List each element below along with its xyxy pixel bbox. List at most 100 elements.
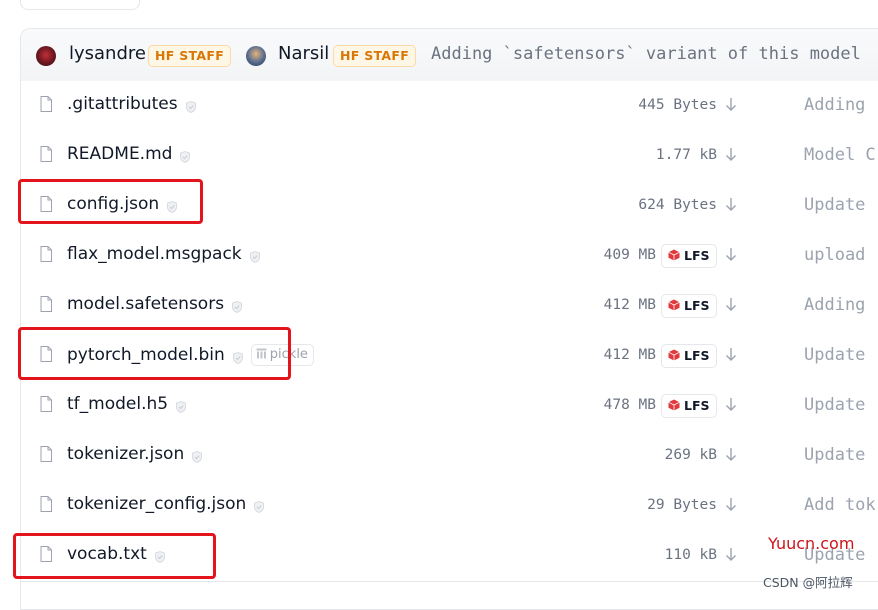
file-name[interactable]: config.json: [67, 194, 159, 214]
file-icon: [40, 496, 52, 512]
file-commit-message[interactable]: Update: [804, 395, 865, 415]
file-row[interactable]: model.safetensors 412 MB LFS Adding: [21, 281, 878, 332]
file-icon: [40, 146, 52, 162]
shield-check-icon[interactable]: [180, 148, 191, 163]
file-icon: [40, 346, 52, 362]
file-icon: [40, 96, 52, 112]
avatar-lysandre[interactable]: [36, 46, 56, 66]
lfs-label: LFS: [684, 298, 710, 313]
shield-check-icon[interactable]: [154, 548, 165, 563]
commit-message[interactable]: Adding `safetensors` variant of this mod…: [431, 44, 861, 64]
shield-check-icon[interactable]: [176, 398, 186, 413]
commit-author-narsil[interactable]: Narsil: [278, 43, 329, 64]
file-size: 110 kB: [664, 547, 717, 563]
download-arrow-icon[interactable]: [725, 297, 737, 312]
file-icon: [40, 296, 52, 312]
commit-author-lysandre[interactable]: lysandre: [69, 43, 146, 64]
lfs-badge: LFS: [661, 394, 717, 418]
download-arrow-icon[interactable]: [725, 347, 737, 362]
lfs-label: LFS: [684, 398, 710, 413]
file-size: 624 Bytes: [638, 197, 717, 213]
file-commit-message[interactable]: Model C: [804, 145, 876, 165]
file-row[interactable]: tokenizer.json 269 kB Update: [21, 431, 878, 482]
file-name-link[interactable]: README.md: [67, 144, 191, 164]
hf-staff-badge: HF STAFF: [333, 45, 417, 67]
file-name[interactable]: model.safetensors: [67, 294, 224, 314]
lfs-cube-icon: [668, 296, 680, 311]
file-name-link[interactable]: vocab.txt: [67, 544, 165, 564]
file-name-link[interactable]: .gitattributes: [67, 94, 196, 114]
file-icon: [40, 446, 52, 462]
file-name-link[interactable]: tokenizer.json: [67, 444, 203, 464]
file-size: 412 MB: [603, 347, 656, 363]
lfs-badge: LFS: [661, 294, 717, 318]
file-icon: [40, 396, 52, 412]
pickle-label: pickle: [269, 347, 308, 362]
file-commit-message[interactable]: Update: [804, 195, 865, 215]
file-name-link[interactable]: model.safetensors: [67, 294, 242, 314]
file-name[interactable]: tf_model.h5: [67, 394, 168, 414]
file-name[interactable]: README.md: [67, 144, 172, 164]
lfs-label: LFS: [684, 348, 710, 363]
lfs-label: LFS: [684, 248, 710, 263]
lfs-badge: LFS: [661, 344, 717, 368]
file-row[interactable]: tokenizer_config.json 29 Bytes Add tok: [21, 481, 878, 532]
file-commit-message[interactable]: Adding: [804, 95, 865, 115]
file-name-link[interactable]: tf_model.h5: [67, 394, 186, 414]
shield-check-icon[interactable]: [254, 498, 265, 513]
file-name-link[interactable]: pytorch_model.bin pickle: [67, 344, 314, 366]
file-name[interactable]: pytorch_model.bin: [67, 345, 225, 365]
file-row[interactable]: flax_model.msgpack 409 MB LFS upload: [21, 231, 878, 282]
file-name-link[interactable]: flax_model.msgpack: [67, 244, 260, 264]
download-arrow-icon[interactable]: [725, 247, 737, 262]
download-arrow-icon[interactable]: [725, 447, 737, 462]
pickle-icon: [256, 346, 267, 359]
shield-check-icon[interactable]: [192, 448, 203, 463]
file-commit-message[interactable]: Adding: [804, 295, 865, 315]
file-name[interactable]: tokenizer_config.json: [67, 494, 246, 514]
lfs-cube-icon: [668, 396, 680, 411]
file-commit-message[interactable]: Add tok: [804, 495, 876, 515]
lfs-badge: LFS: [661, 244, 717, 268]
last-commit-bar: lysandre HF STAFF Narsil HF STAFF Adding…: [21, 29, 878, 82]
file-name-link[interactable]: config.json: [67, 194, 178, 214]
file-row[interactable]: README.md 1.77 kB Model C: [21, 131, 878, 182]
file-name[interactable]: flax_model.msgpack: [67, 244, 242, 264]
file-icon: [40, 196, 52, 212]
file-size: 269 kB: [664, 447, 717, 463]
pickle-badge[interactable]: pickle: [250, 344, 314, 366]
file-row[interactable]: pytorch_model.bin pickle 412 MB LFS Update: [21, 331, 878, 382]
download-arrow-icon[interactable]: [725, 397, 737, 412]
file-row[interactable]: .gitattributes 445 Bytes Adding: [21, 81, 878, 132]
lfs-cube-icon: [668, 346, 680, 361]
download-arrow-icon[interactable]: [725, 497, 737, 512]
hf-staff-badge: HF STAFF: [148, 45, 232, 67]
file-size: 445 Bytes: [638, 97, 717, 113]
shield-check-icon[interactable]: [167, 198, 178, 213]
shield-check-icon[interactable]: [232, 298, 242, 313]
file-row[interactable]: tf_model.h5 478 MB LFS Update: [21, 381, 878, 432]
file-name[interactable]: vocab.txt: [67, 544, 147, 564]
file-size: 412 MB: [603, 297, 656, 313]
download-arrow-icon[interactable]: [725, 147, 737, 162]
watermark-credit: CSDN @阿拉辉: [763, 575, 853, 590]
file-row[interactable]: config.json 624 Bytes Update: [21, 181, 878, 232]
file-commit-message[interactable]: Update: [804, 445, 865, 465]
file-name[interactable]: .gitattributes: [67, 94, 178, 114]
shield-check-icon[interactable]: [232, 349, 243, 364]
top-control: [20, 0, 140, 10]
file-commit-message[interactable]: upload: [804, 245, 865, 265]
file-commit-message[interactable]: Update: [804, 345, 865, 365]
file-size: 409 MB: [603, 247, 656, 263]
download-arrow-icon[interactable]: [725, 547, 737, 562]
download-arrow-icon[interactable]: [725, 197, 737, 212]
file-size: 1.77 kB: [655, 147, 717, 163]
file-name[interactable]: tokenizer.json: [67, 444, 184, 464]
download-arrow-icon[interactable]: [725, 97, 737, 112]
watermark-site: Yuucn.com: [768, 534, 855, 553]
shield-check-icon[interactable]: [185, 98, 196, 113]
file-name-link[interactable]: tokenizer_config.json: [67, 494, 265, 514]
file-row[interactable]: vocab.txt 110 kB Update: [21, 531, 878, 582]
shield-check-icon[interactable]: [249, 248, 260, 263]
avatar-narsil[interactable]: [246, 46, 266, 66]
